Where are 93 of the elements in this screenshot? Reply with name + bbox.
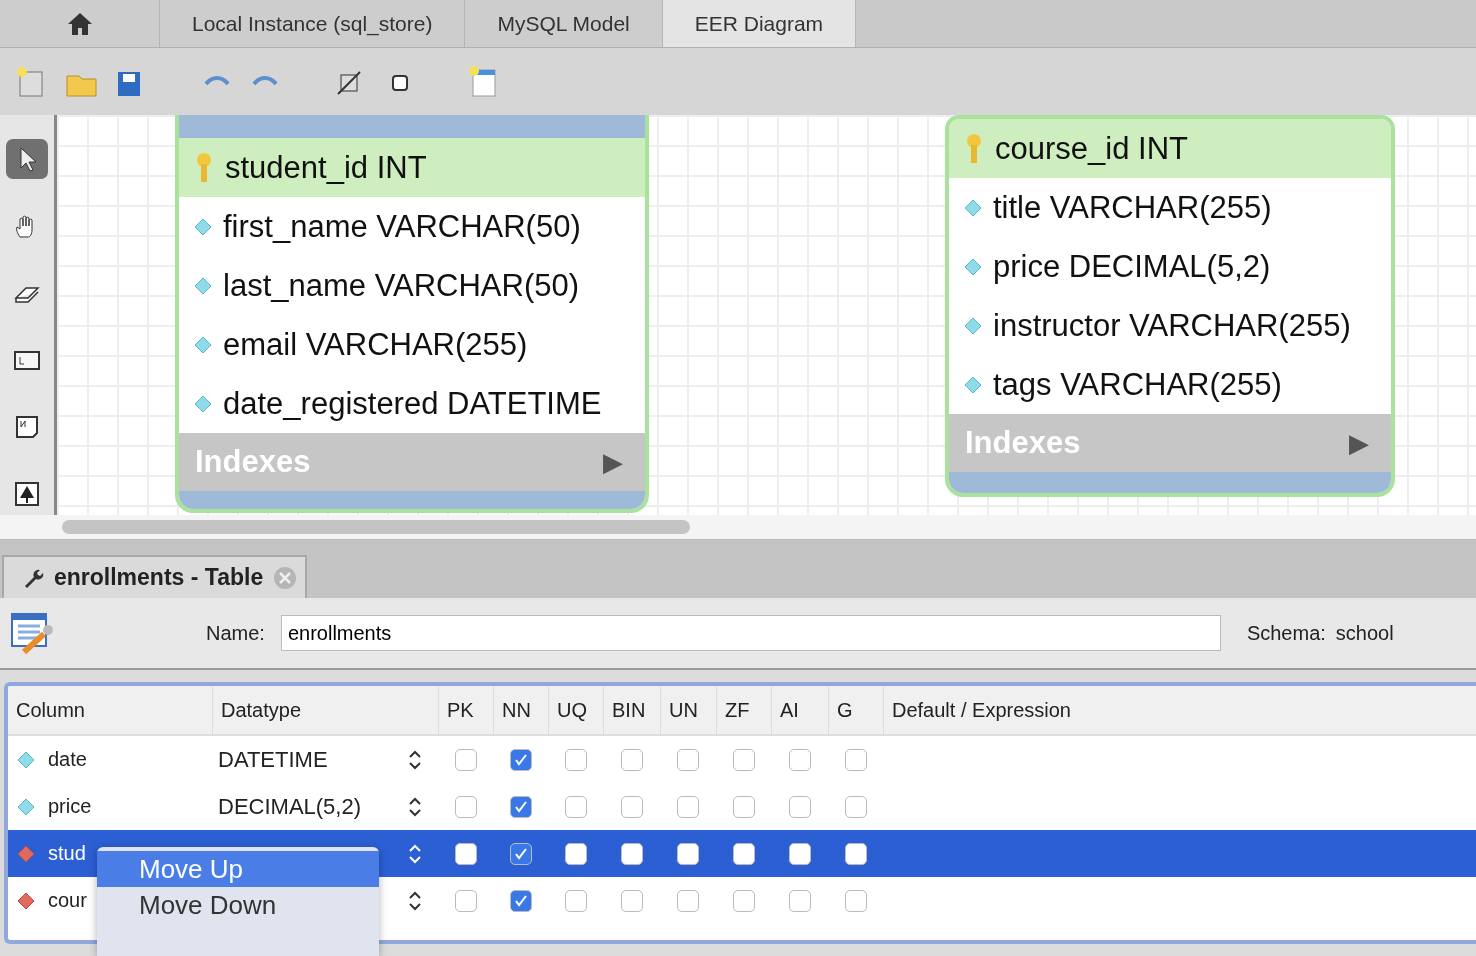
column-header[interactable]: UQ [548, 686, 603, 734]
schema-value: school [1335, 621, 1394, 645]
checkbox[interactable] [677, 889, 699, 912]
checkbox[interactable] [454, 889, 477, 912]
column-header[interactable]: AI [771, 686, 828, 734]
field-label: date_registered DATETIME [223, 385, 602, 422]
checkbox[interactable] [509, 889, 532, 912]
tab[interactable]: Local Instance (sql_store) [160, 0, 466, 47]
editor-tab[interactable]: enrollments - Table [2, 555, 308, 598]
column-header[interactable]: Datatype [212, 686, 438, 734]
expand-arrow[interactable]: ▶ [1349, 427, 1369, 459]
indexes-bar[interactable]: Indexes ▶ [179, 433, 645, 491]
column-icon [963, 315, 983, 336]
image-icon[interactable] [12, 479, 42, 509]
field-label: instructor VARCHAR(255) [993, 307, 1351, 344]
checkbox[interactable] [620, 748, 643, 771]
column-header[interactable]: G [828, 686, 883, 734]
column-icon [193, 334, 213, 355]
column-icon [193, 216, 213, 237]
indexes-bar[interactable]: Indexes ▶ [949, 414, 1391, 472]
checkbox[interactable] [788, 748, 811, 771]
column-name: cour [48, 889, 87, 912]
checkbox[interactable] [454, 795, 477, 818]
checkbox[interactable] [620, 842, 643, 865]
column-icon [16, 796, 36, 817]
column-name: price [48, 795, 92, 818]
field-label: last_name VARCHAR(50) [223, 267, 580, 304]
checkbox[interactable] [509, 748, 532, 771]
column-header[interactable]: Column [8, 686, 212, 734]
checkbox[interactable] [844, 889, 867, 912]
tab[interactable]: EER Diagram [662, 0, 857, 47]
indexes-label: Indexes [965, 425, 1081, 461]
column-header[interactable]: BIN [603, 686, 660, 734]
checkbox[interactable] [844, 795, 867, 818]
tab[interactable]: MySQL Model [465, 0, 663, 47]
palette-button[interactable] [6, 139, 48, 179]
column-name: date [48, 748, 87, 771]
checkbox[interactable] [677, 795, 699, 818]
column-icon [963, 374, 983, 395]
field-label: first_name VARCHAR(50) [223, 208, 581, 245]
checkbox[interactable] [564, 748, 587, 771]
checkbox[interactable] [788, 795, 811, 818]
field-label: title VARCHAR(255) [993, 189, 1272, 226]
column-header[interactable]: UN [660, 686, 716, 734]
checkbox[interactable] [454, 748, 477, 771]
expand-arrow[interactable]: ▶ [603, 446, 623, 478]
field-label: email VARCHAR(255) [223, 326, 528, 363]
checkbox[interactable] [844, 748, 867, 771]
column-header[interactable]: NN [493, 686, 548, 734]
column-name: stud [48, 842, 86, 865]
name-field[interactable]: enrollments [280, 615, 1221, 651]
foreign-key-icon [16, 890, 36, 911]
checkbox[interactable] [732, 748, 755, 771]
column-icon [193, 393, 213, 414]
field-label: course_id INT [995, 130, 1188, 167]
menu-item[interactable]: Move Down [97, 887, 379, 923]
checkbox[interactable] [732, 842, 755, 865]
field-label: price DECIMAL(5,2) [993, 248, 1271, 285]
checkbox[interactable] [620, 889, 643, 912]
checkbox[interactable] [677, 842, 699, 865]
checkbox[interactable] [677, 748, 699, 771]
tab-title: enrollments - Table [54, 564, 264, 591]
checkbox[interactable] [620, 795, 643, 818]
checkbox[interactable] [509, 795, 532, 818]
checkbox[interactable] [454, 842, 477, 865]
field-label: student_id INT [225, 149, 427, 186]
checkbox[interactable] [732, 795, 755, 818]
checkbox[interactable] [564, 842, 587, 865]
checkbox[interactable] [844, 842, 867, 865]
scrollbar-thumb[interactable] [62, 520, 690, 534]
column-header[interactable]: PK [438, 686, 493, 734]
name-label: Name: [206, 621, 265, 645]
checkbox[interactable] [788, 889, 811, 912]
indexes-label: Indexes [195, 444, 311, 480]
table-edit-icon [10, 610, 56, 656]
datatype-value: DECIMAL(5,2) [218, 793, 362, 820]
column-icon [16, 749, 36, 770]
checkbox[interactable] [509, 842, 532, 865]
schema-label: Schema: [1246, 621, 1326, 645]
column-header[interactable]: ZF [716, 686, 771, 734]
menu-item[interactable]: Move Up [97, 851, 379, 887]
column-icon [963, 256, 983, 277]
checkbox[interactable] [788, 842, 811, 865]
column-icon [963, 197, 983, 218]
checkbox[interactable] [564, 795, 587, 818]
foreign-key-icon [16, 843, 36, 864]
home-tab[interactable] [0, 0, 160, 47]
column-icon [193, 275, 213, 296]
checkbox[interactable] [564, 889, 587, 912]
datatype-value: DATETIME [218, 746, 328, 773]
field-label: tags VARCHAR(255) [993, 366, 1282, 403]
column-header[interactable]: Default / Expression [883, 686, 1476, 734]
checkbox[interactable] [732, 889, 755, 912]
